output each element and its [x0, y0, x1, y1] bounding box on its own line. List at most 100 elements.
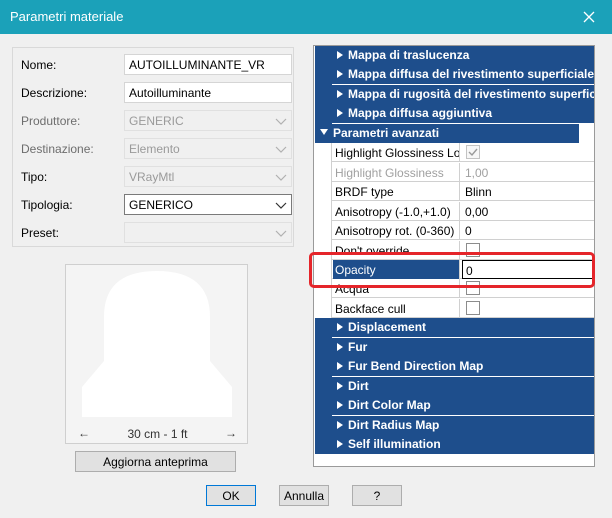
arrow-right-icon: → — [225, 426, 237, 440]
row-tipologia: Tipologia: GENERICO — [21, 194, 292, 216]
tipologia-label: Tipologia: — [21, 198, 73, 212]
preview-silhouette — [82, 271, 232, 417]
triangle-right-icon — [337, 343, 343, 351]
category-label: Fur — [348, 340, 368, 354]
category-dirt-color-map[interactable]: Dirt Color Map — [332, 396, 594, 415]
nome-label: Nome: — [21, 58, 57, 72]
scale-text: 30 cm - 1 ft — [127, 427, 188, 441]
prop-value[interactable] — [462, 299, 594, 318]
category-self-illumination[interactable]: Self illumination — [332, 435, 594, 454]
category-mappa-traslucenza[interactable]: Mappa di traslucenza — [332, 46, 594, 65]
chevron-down-icon — [275, 146, 287, 153]
category-label: Dirt Radius Map — [348, 418, 440, 432]
tipologia-select[interactable]: GENERICO — [124, 194, 292, 215]
title-bar: Parametri materiale — [0, 0, 612, 34]
prop-value[interactable] — [462, 143, 594, 162]
tipo-value: VRayMtl — [129, 170, 175, 184]
row-preset: Preset: — [21, 222, 292, 244]
prop-anisotropy-rot[interactable]: Anisotropy rot. (0-360) 0 — [332, 221, 594, 240]
material-preview: ← 30 cm - 1 ft → — [65, 264, 248, 444]
category-parametri-avanzati[interactable]: Parametri avanzati — [315, 124, 579, 143]
scale-bar: ← 30 cm - 1 ft → — [66, 425, 249, 443]
chevron-down-icon — [275, 174, 287, 181]
opacity-highlight — [309, 252, 595, 288]
destinazione-value: Elemento — [129, 142, 180, 156]
category-displacement[interactable]: Displacement — [332, 318, 594, 337]
destinazione-label: Destinazione: — [21, 142, 94, 156]
category-dirt-radius-map[interactable]: Dirt Radius Map — [332, 416, 594, 435]
category-label: Self illumination — [348, 437, 441, 451]
grid-gutter — [315, 318, 332, 454]
triangle-right-icon — [337, 51, 343, 59]
prop-value[interactable]: 1,00 — [462, 163, 594, 182]
advanced-gutter — [315, 143, 332, 318]
category-label: Dirt — [348, 379, 369, 393]
prop-highlight-glossiness-lock[interactable]: Highlight Glossiness Lock — [332, 143, 594, 162]
category-mappa-rugosita[interactable]: Mappa di rugosità del rivestimento super… — [332, 85, 595, 104]
triangle-right-icon — [337, 90, 343, 98]
triangle-down-icon — [320, 129, 328, 135]
category-mappa-diffusa-aggiuntiva[interactable]: Mappa diffusa aggiuntiva — [332, 104, 594, 123]
prop-name: Highlight Glossiness Lock — [333, 143, 460, 162]
checkbox[interactable] — [466, 301, 480, 315]
descrizione-label: Descrizione: — [21, 86, 88, 100]
row-tipo: Tipo: VRayMtl — [21, 166, 292, 188]
aggiorna-anteprima-button[interactable]: Aggiorna anteprima — [75, 451, 236, 472]
tipo-label: Tipo: — [21, 170, 48, 184]
category-fur[interactable]: Fur — [332, 338, 594, 357]
prop-brdf-type[interactable]: BRDF type Blinn — [332, 182, 594, 201]
prop-value[interactable]: 0,00 — [462, 202, 594, 221]
prop-highlight-glossiness[interactable]: Highlight Glossiness 1,00 — [332, 163, 594, 182]
produttore-value: GENERIC — [129, 114, 184, 128]
triangle-right-icon — [337, 401, 343, 409]
chevron-down-icon — [275, 118, 287, 125]
row-descrizione: Descrizione: Autoilluminante — [21, 82, 292, 104]
row-produttore: Produttore: GENERIC — [21, 110, 292, 132]
category-label: Mappa di traslucenza — [348, 48, 470, 62]
triangle-right-icon — [337, 382, 343, 390]
triangle-right-icon — [337, 109, 343, 117]
category-label: Mappa di rugosità del rivestimento super… — [348, 87, 595, 101]
prop-name: BRDF type — [333, 182, 460, 201]
ok-button[interactable]: OK — [206, 485, 256, 506]
category-label: Displacement — [348, 320, 427, 334]
triangle-right-icon — [337, 70, 343, 78]
row-destinazione: Destinazione: Elemento — [21, 138, 292, 160]
preset-select[interactable] — [124, 222, 292, 243]
help-button[interactable]: ? — [352, 485, 402, 506]
triangle-right-icon — [337, 362, 343, 370]
produttore-select[interactable]: GENERIC — [124, 110, 292, 131]
prop-anisotropy[interactable]: Anisotropy (-1.0,+1.0) 0,00 — [332, 202, 594, 221]
prop-name: Anisotropy rot. (0-360) — [333, 221, 460, 240]
triangle-right-icon — [337, 421, 343, 429]
prop-value[interactable]: Blinn — [462, 182, 594, 201]
descrizione-input[interactable]: Autoilluminante — [124, 82, 292, 103]
category-fur-bend-direction-map[interactable]: Fur Bend Direction Map — [332, 357, 594, 376]
chevron-down-icon — [275, 202, 287, 209]
prop-name: Highlight Glossiness — [333, 163, 460, 182]
chevron-down-icon — [275, 230, 287, 237]
category-label: Mappa diffusa del rivestimento superfici… — [348, 67, 595, 81]
checkmark-icon — [468, 148, 478, 157]
destinazione-select[interactable]: Elemento — [124, 138, 292, 159]
category-mappa-diffusa-rivestimento[interactable]: Mappa diffusa del rivestimento superfici… — [332, 65, 595, 84]
category-label: Mappa diffusa aggiuntiva — [348, 106, 493, 120]
prop-value[interactable]: 0 — [462, 221, 594, 240]
produttore-label: Produttore: — [21, 114, 81, 128]
category-label: Parametri avanzati — [333, 126, 440, 140]
close-button[interactable] — [566, 0, 612, 34]
tipo-select[interactable]: VRayMtl — [124, 166, 292, 187]
category-label: Fur Bend Direction Map — [348, 359, 484, 373]
row-nome: Nome: AUTOILLUMINANTE_VR — [21, 54, 292, 76]
nome-input[interactable]: AUTOILLUMINANTE_VR — [124, 54, 292, 75]
preset-label: Preset: — [21, 226, 60, 240]
close-icon — [583, 11, 595, 23]
category-dirt[interactable]: Dirt — [332, 377, 594, 396]
grid-gutter — [315, 46, 332, 124]
material-info-group: Nome: AUTOILLUMINANTE_VR Descrizione: Au… — [12, 47, 294, 247]
tipologia-value: GENERICO — [129, 198, 194, 212]
annulla-button[interactable]: Annulla — [279, 485, 329, 506]
checkbox[interactable] — [466, 145, 480, 159]
window-title: Parametri materiale — [10, 9, 124, 24]
prop-backface-cull[interactable]: Backface cull — [332, 299, 594, 318]
